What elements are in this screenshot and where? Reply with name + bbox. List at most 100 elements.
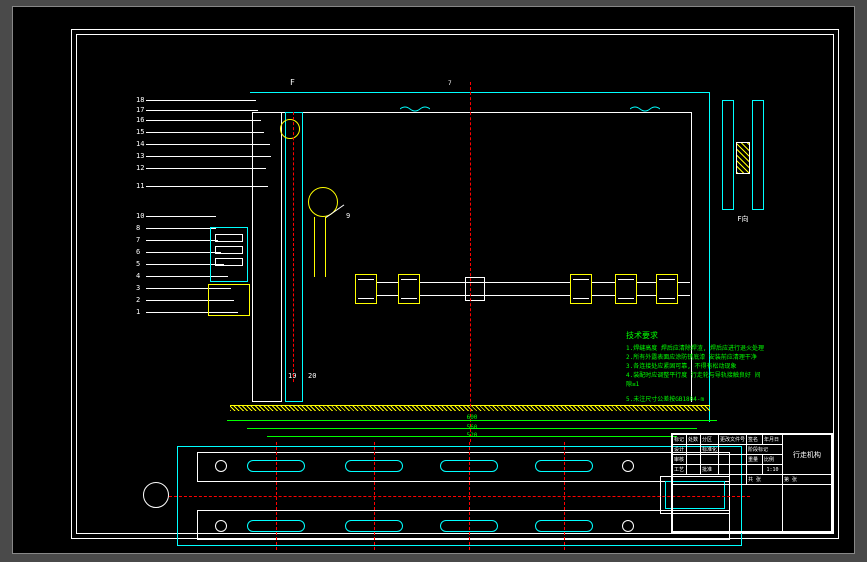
notes-title: 技术要求: [626, 330, 766, 342]
tb-cell: [719, 445, 747, 455]
callout-18: 18: [136, 96, 144, 104]
section-label: F向: [737, 214, 748, 224]
callout-16: 16: [136, 116, 144, 124]
end-cap: [143, 482, 169, 508]
callout-14: 14: [136, 140, 144, 148]
bearing-2: [398, 274, 420, 304]
tb-cell: 标记: [673, 435, 687, 445]
plan-view: [177, 446, 742, 546]
tb-cell: [747, 465, 763, 475]
tb-cell: 更改文件号: [719, 435, 747, 445]
centerline-v4: [564, 442, 565, 550]
callout-17: 17: [136, 106, 144, 114]
bolt-hole: [622, 460, 634, 472]
pulley-top: [280, 119, 300, 139]
dim-overall-label: 600: [467, 414, 478, 421]
tb-cell: [673, 485, 783, 532]
callout-7: 7: [136, 236, 140, 244]
technical-notes: 技术要求 1.焊缝高度 焊后应清除焊渣, 焊后应进行退火处理 2.所有外露表面应…: [626, 330, 766, 404]
bearing-3: [570, 274, 592, 304]
tb-cell: 标准化: [701, 445, 719, 455]
callout-11: 11: [136, 182, 144, 190]
tb-cell: [687, 455, 701, 465]
bolt-hole: [215, 460, 227, 472]
leader-line: [146, 216, 216, 217]
dim-width-label: 560: [467, 424, 478, 431]
notes-item: 3.各连接处应紧固可靠, 不得有松动现象: [626, 362, 766, 371]
centerline-v: [469, 442, 470, 550]
callout-3: 3: [136, 284, 140, 292]
gearbox: [208, 284, 250, 316]
tb-cell: 比例: [763, 455, 783, 465]
drawing-frame: 18 17 16 15 14 13 12 11 10 8 7 6 5 4 3 2…: [71, 29, 839, 539]
tb-scale: 1:10: [763, 465, 783, 475]
section-mark-F: F: [290, 78, 295, 87]
tb-cell: 共 张: [747, 475, 783, 485]
dim-span-label: 520: [467, 432, 478, 439]
bolt-hole: [215, 520, 227, 532]
centerline-v2: [276, 442, 277, 550]
column-inner: [285, 112, 303, 402]
tb-cell: 设计: [673, 445, 687, 455]
cad-canvas[interactable]: 18 17 16 15 14 13 12 11 10 8 7 6 5 4 3 2…: [12, 6, 855, 554]
belt-line: [325, 217, 326, 277]
tb-cell: [687, 465, 701, 475]
section-col-a: [722, 100, 734, 210]
section-view: F向: [718, 100, 768, 210]
callout-4: 4: [136, 272, 140, 280]
centerline-col: [293, 112, 294, 382]
tb-cell: 处数: [687, 435, 701, 445]
notes-item: 4.装配时应调整平行度 行走轮与导轨接触良好 间隙≤1: [626, 371, 766, 389]
leader-line: [146, 100, 256, 101]
callout-2: 2: [136, 296, 140, 304]
callout-15: 15: [136, 128, 144, 136]
belt-line: [314, 217, 315, 277]
tb-cell: 重量: [747, 455, 763, 465]
tb-cell: 年月日: [763, 435, 783, 445]
tb-cell: [701, 455, 719, 465]
tb-cell: [687, 445, 701, 455]
column: [252, 112, 282, 402]
callout-top-7: 7: [448, 80, 452, 87]
callout-1: 1: [136, 308, 140, 316]
break-line: [400, 105, 430, 113]
centerline-h: [169, 496, 750, 497]
callout-13: 13: [136, 152, 144, 160]
section-col-b: [752, 100, 764, 210]
coupling: [465, 277, 485, 301]
tb-cell: [673, 475, 747, 485]
leader-line: [146, 240, 218, 241]
callout-9: 9: [346, 212, 350, 220]
bolt-hole: [622, 520, 634, 532]
callout-6b: 6: [136, 248, 140, 256]
bearing-5: [656, 274, 678, 304]
tb-cell: [719, 465, 747, 475]
notes-item: 5.未注尺寸公差按GB1804-m: [626, 395, 766, 404]
tb-cell: 批准: [701, 465, 719, 475]
bearing-4: [615, 274, 637, 304]
tb-cell: 签名: [747, 435, 763, 445]
title-block: 标记 处数 分区 更改文件号 签名 年月日 行走机构 设计 标准化 阶段标记 审…: [671, 433, 833, 533]
leader-line: [146, 228, 216, 229]
callout-12: 12: [136, 164, 144, 172]
section-mid: [736, 142, 750, 174]
leader-line: [146, 120, 261, 121]
notes-item: 1.焊缝高度 焊后应清除焊渣, 焊后应进行退火处理: [626, 344, 766, 353]
tb-cell: 阶段标记: [747, 445, 783, 455]
motor: [210, 227, 248, 282]
leader-line: [146, 168, 266, 169]
break-line: [630, 105, 660, 113]
tb-cell: 第 张: [783, 475, 832, 485]
notes-item: 2.所有外露表面应涂防锈底漆 安装前应清理干净: [626, 353, 766, 362]
drawing-name: 行走机构: [783, 435, 832, 475]
callout-8: 8: [136, 224, 140, 232]
callout-10: 10: [136, 212, 144, 220]
tb-number: [783, 485, 832, 532]
callout-20: 20: [308, 372, 316, 380]
tb-cell: 分区: [701, 435, 719, 445]
centerline-v3: [374, 442, 375, 550]
callout-5: 5: [136, 260, 140, 268]
tb-cell: 工艺: [673, 465, 687, 475]
tb-cell: [719, 455, 747, 465]
leader-line: [146, 110, 258, 111]
